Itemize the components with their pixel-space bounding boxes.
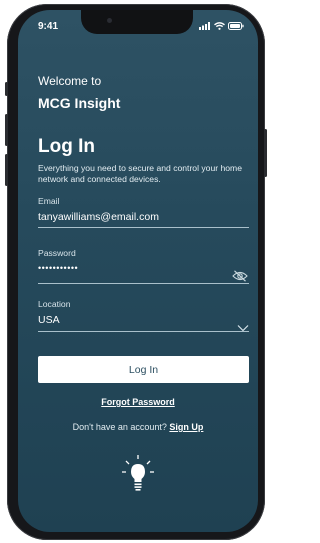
battery-icon xyxy=(228,22,244,30)
wifi-icon xyxy=(214,22,225,30)
location-label: Location xyxy=(38,299,71,309)
forgot-password-link[interactable]: Forgot Password xyxy=(18,397,258,407)
login-button[interactable]: Log In xyxy=(38,356,249,383)
login-description: Everything you need to secure and contro… xyxy=(38,163,242,184)
app-brand-name: MCG Insight xyxy=(38,95,121,111)
signal-icon xyxy=(199,22,210,30)
password-underline xyxy=(38,283,249,284)
app-screen: 9:41 Welcome to MCG Insight Log In Every… xyxy=(18,10,258,532)
sign-up-link[interactable]: Sign Up xyxy=(169,422,203,432)
lightbulb-icon xyxy=(122,455,154,491)
password-field[interactable]: ••••••••••• xyxy=(38,263,78,273)
volume-down-button xyxy=(5,154,8,186)
page-title: Log In xyxy=(38,136,95,157)
email-field[interactable]: tanyawilliams@email.com xyxy=(38,211,159,223)
status-icons xyxy=(199,22,244,30)
status-bar: 9:41 xyxy=(18,21,258,35)
eye-off-icon[interactable] xyxy=(232,270,248,282)
signup-prompt: Don't have an account? Sign Up xyxy=(18,422,258,432)
email-underline xyxy=(38,227,249,228)
power-button xyxy=(264,129,267,177)
mute-switch xyxy=(5,82,8,96)
password-label: Password xyxy=(38,248,76,258)
location-underline xyxy=(38,331,249,332)
volume-up-button xyxy=(5,114,8,146)
no-account-text: Don't have an account? xyxy=(72,422,167,432)
location-select[interactable]: USA xyxy=(38,314,60,326)
status-time: 9:41 xyxy=(38,21,59,32)
email-label: Email xyxy=(38,196,60,206)
welcome-text: Welcome to xyxy=(38,74,102,88)
